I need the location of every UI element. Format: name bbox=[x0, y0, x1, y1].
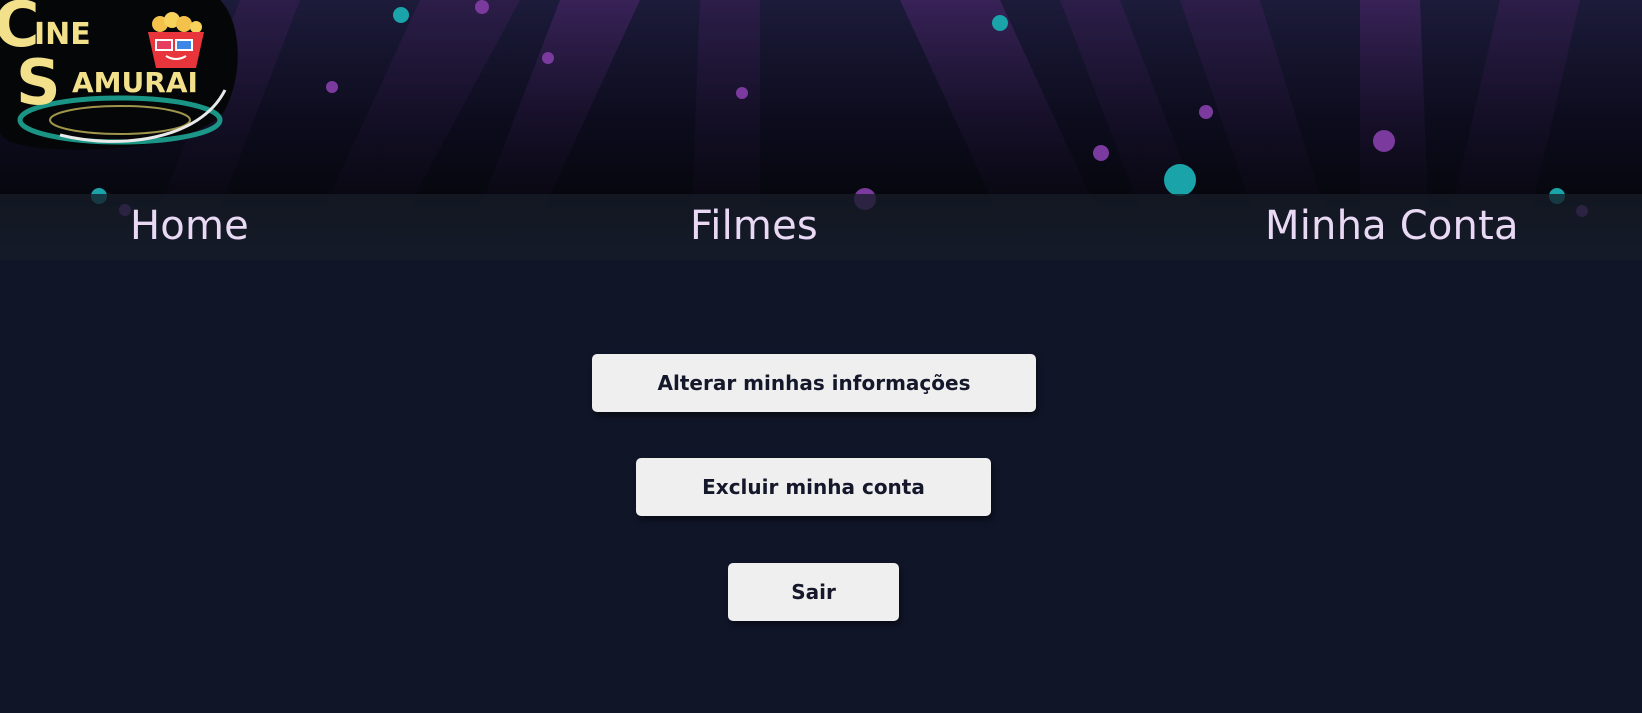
edit-info-button[interactable]: Alterar minhas informações bbox=[592, 354, 1036, 412]
nav-filmes[interactable]: Filmes bbox=[690, 202, 818, 250]
logo-initial-s: S bbox=[16, 46, 61, 119]
delete-account-button[interactable]: Excluir minha conta bbox=[636, 458, 991, 516]
logo-text-amurai: AMURAI bbox=[72, 66, 198, 99]
nav-home[interactable]: Home bbox=[130, 202, 249, 250]
logout-button[interactable]: Sair bbox=[728, 563, 899, 621]
account-page: C INE S AMURAI Home Filmes Minha Conta A… bbox=[0, 0, 1642, 713]
header-banner: C INE S AMURAI Home Filmes Minha Conta bbox=[0, 0, 1642, 260]
main-nav: Home Filmes Minha Conta bbox=[0, 194, 1642, 260]
cine-samurai-logo[interactable]: C INE S AMURAI bbox=[0, 0, 240, 150]
nav-minha-conta[interactable]: Minha Conta bbox=[1265, 202, 1519, 250]
